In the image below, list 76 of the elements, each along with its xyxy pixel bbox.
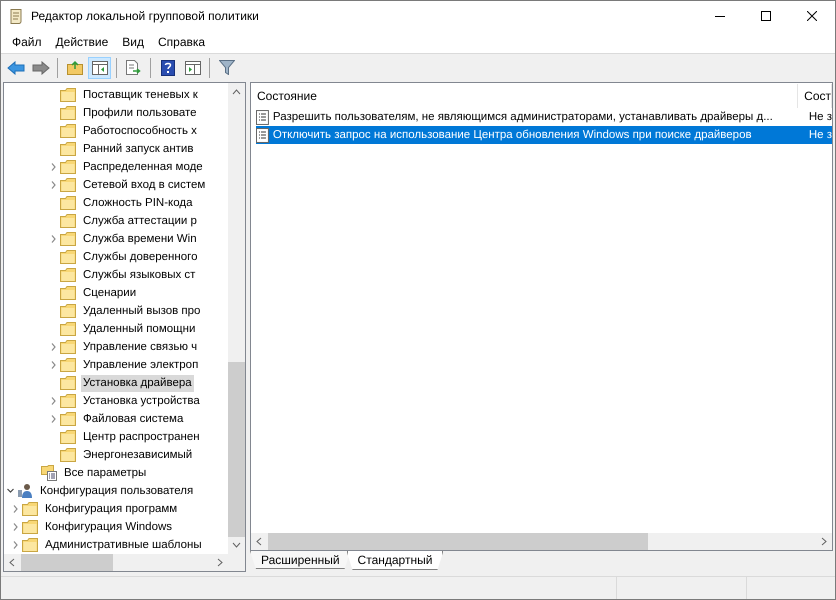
tree-item[interactable]: Управление электроп <box>81 356 200 374</box>
folder-icon <box>22 520 38 534</box>
tree-item[interactable]: Служба времени Win <box>81 230 199 248</box>
folder-icon <box>60 376 76 390</box>
menu-item[interactable]: Файл <box>5 35 49 49</box>
view-tab[interactable]: Стандартный <box>346 551 444 570</box>
tree-item[interactable]: Центр распространен <box>81 428 202 446</box>
tree-item[interactable]: Сложность PIN-кода <box>81 194 194 212</box>
scroll-icon <box>9 8 23 24</box>
tree-item[interactable]: Сетевой вход в систем <box>81 176 208 194</box>
folder-icon <box>60 232 76 246</box>
policy-setting-icon <box>256 128 269 142</box>
folder-icon <box>60 340 76 354</box>
folder-icon <box>60 88 76 102</box>
scrollbar-thumb[interactable] <box>21 554 113 571</box>
folder-icon <box>60 196 76 210</box>
tree-item[interactable]: Управление связью ч <box>81 338 200 356</box>
tree-item[interactable]: Конфигурация Windows <box>43 518 174 536</box>
folder-icon <box>60 160 76 174</box>
tree-item[interactable]: Ранний запуск антив <box>81 140 196 158</box>
horizontal-scrollbar[interactable] <box>251 533 832 550</box>
menu-item[interactable]: Действие <box>48 35 116 49</box>
policy-setting-icon <box>256 110 269 124</box>
tree-item[interactable]: Удаленный вызов про <box>81 302 202 320</box>
tree-item[interactable]: Поставщик теневых к <box>81 86 200 104</box>
settings-list-icon <box>41 465 58 481</box>
folder-icon <box>60 106 76 120</box>
column-header[interactable]: Состояние <box>251 84 798 108</box>
tree-item[interactable]: Все параметры <box>62 464 148 482</box>
folder-icon <box>60 214 76 228</box>
user-icon <box>17 483 34 499</box>
tree-item[interactable]: Файловая система <box>81 410 186 428</box>
horizontal-scrollbar[interactable] <box>4 554 228 571</box>
folder-icon <box>60 142 76 156</box>
scrollbar-thumb[interactable] <box>228 362 245 537</box>
tree-item[interactable]: Административные шаблоны <box>43 536 204 554</box>
folder-icon <box>60 358 76 372</box>
window-title: Редактор локальной групповой политики <box>31 9 260 23</box>
tree-item[interactable]: Служба аттестации р <box>81 212 199 230</box>
policy-row[interactable]: Разрешить пользователям, не являющимся администраторами, устанавливать драйверы д... Не з <box>256 108 832 126</box>
folder-icon <box>60 322 76 336</box>
folder-icon <box>60 448 76 462</box>
chevron-icon[interactable] <box>7 487 14 495</box>
tree-item[interactable]: Конфигурация программ <box>43 500 180 518</box>
tree-item[interactable]: Сценарии <box>81 284 138 302</box>
scrollbar-thumb[interactable] <box>268 533 648 550</box>
folder-icon <box>60 124 76 138</box>
close-icon <box>807 11 817 21</box>
folder-icon <box>22 538 38 552</box>
tree-item[interactable]: Установка устройства <box>81 392 202 410</box>
folder-icon <box>60 250 76 264</box>
maximize-icon <box>761 11 771 21</box>
tree-item[interactable]: Распределенная моде <box>81 158 205 176</box>
vertical-scrollbar[interactable] <box>228 83 245 554</box>
tree-item[interactable]: Конфигурация пользователя <box>38 482 196 500</box>
folder-icon <box>60 286 76 300</box>
tree-item[interactable]: Удаленный помощни <box>81 320 198 338</box>
folder-icon <box>60 304 76 318</box>
menu-item[interactable]: Вид <box>115 35 151 49</box>
tree-item[interactable]: Службы доверенного <box>81 248 200 266</box>
tree-item[interactable]: Работоспособность х <box>81 122 199 140</box>
policy-row[interactable]: Отключить запрос на использование Центра обновления Windows при поиске драйверов Не з <box>256 126 832 144</box>
folder-icon <box>60 394 76 408</box>
tree-item[interactable]: Установка драйвера <box>81 374 194 392</box>
tree-item[interactable]: Профили пользовате <box>81 104 199 122</box>
tree-item[interactable]: Энергонезависимый <box>81 446 194 464</box>
folder-icon <box>60 178 76 192</box>
folder-icon <box>60 412 76 426</box>
menu-item[interactable]: Справка <box>151 35 212 49</box>
folder-icon <box>60 268 76 282</box>
folder-icon <box>60 430 76 444</box>
column-header[interactable]: Сост <box>798 84 832 108</box>
view-tab[interactable]: Расширенный <box>250 551 351 569</box>
console-tree-button[interactable] <box>88 56 111 78</box>
tree-item[interactable]: Службы языковых ст <box>81 266 198 284</box>
folder-icon <box>22 502 38 516</box>
